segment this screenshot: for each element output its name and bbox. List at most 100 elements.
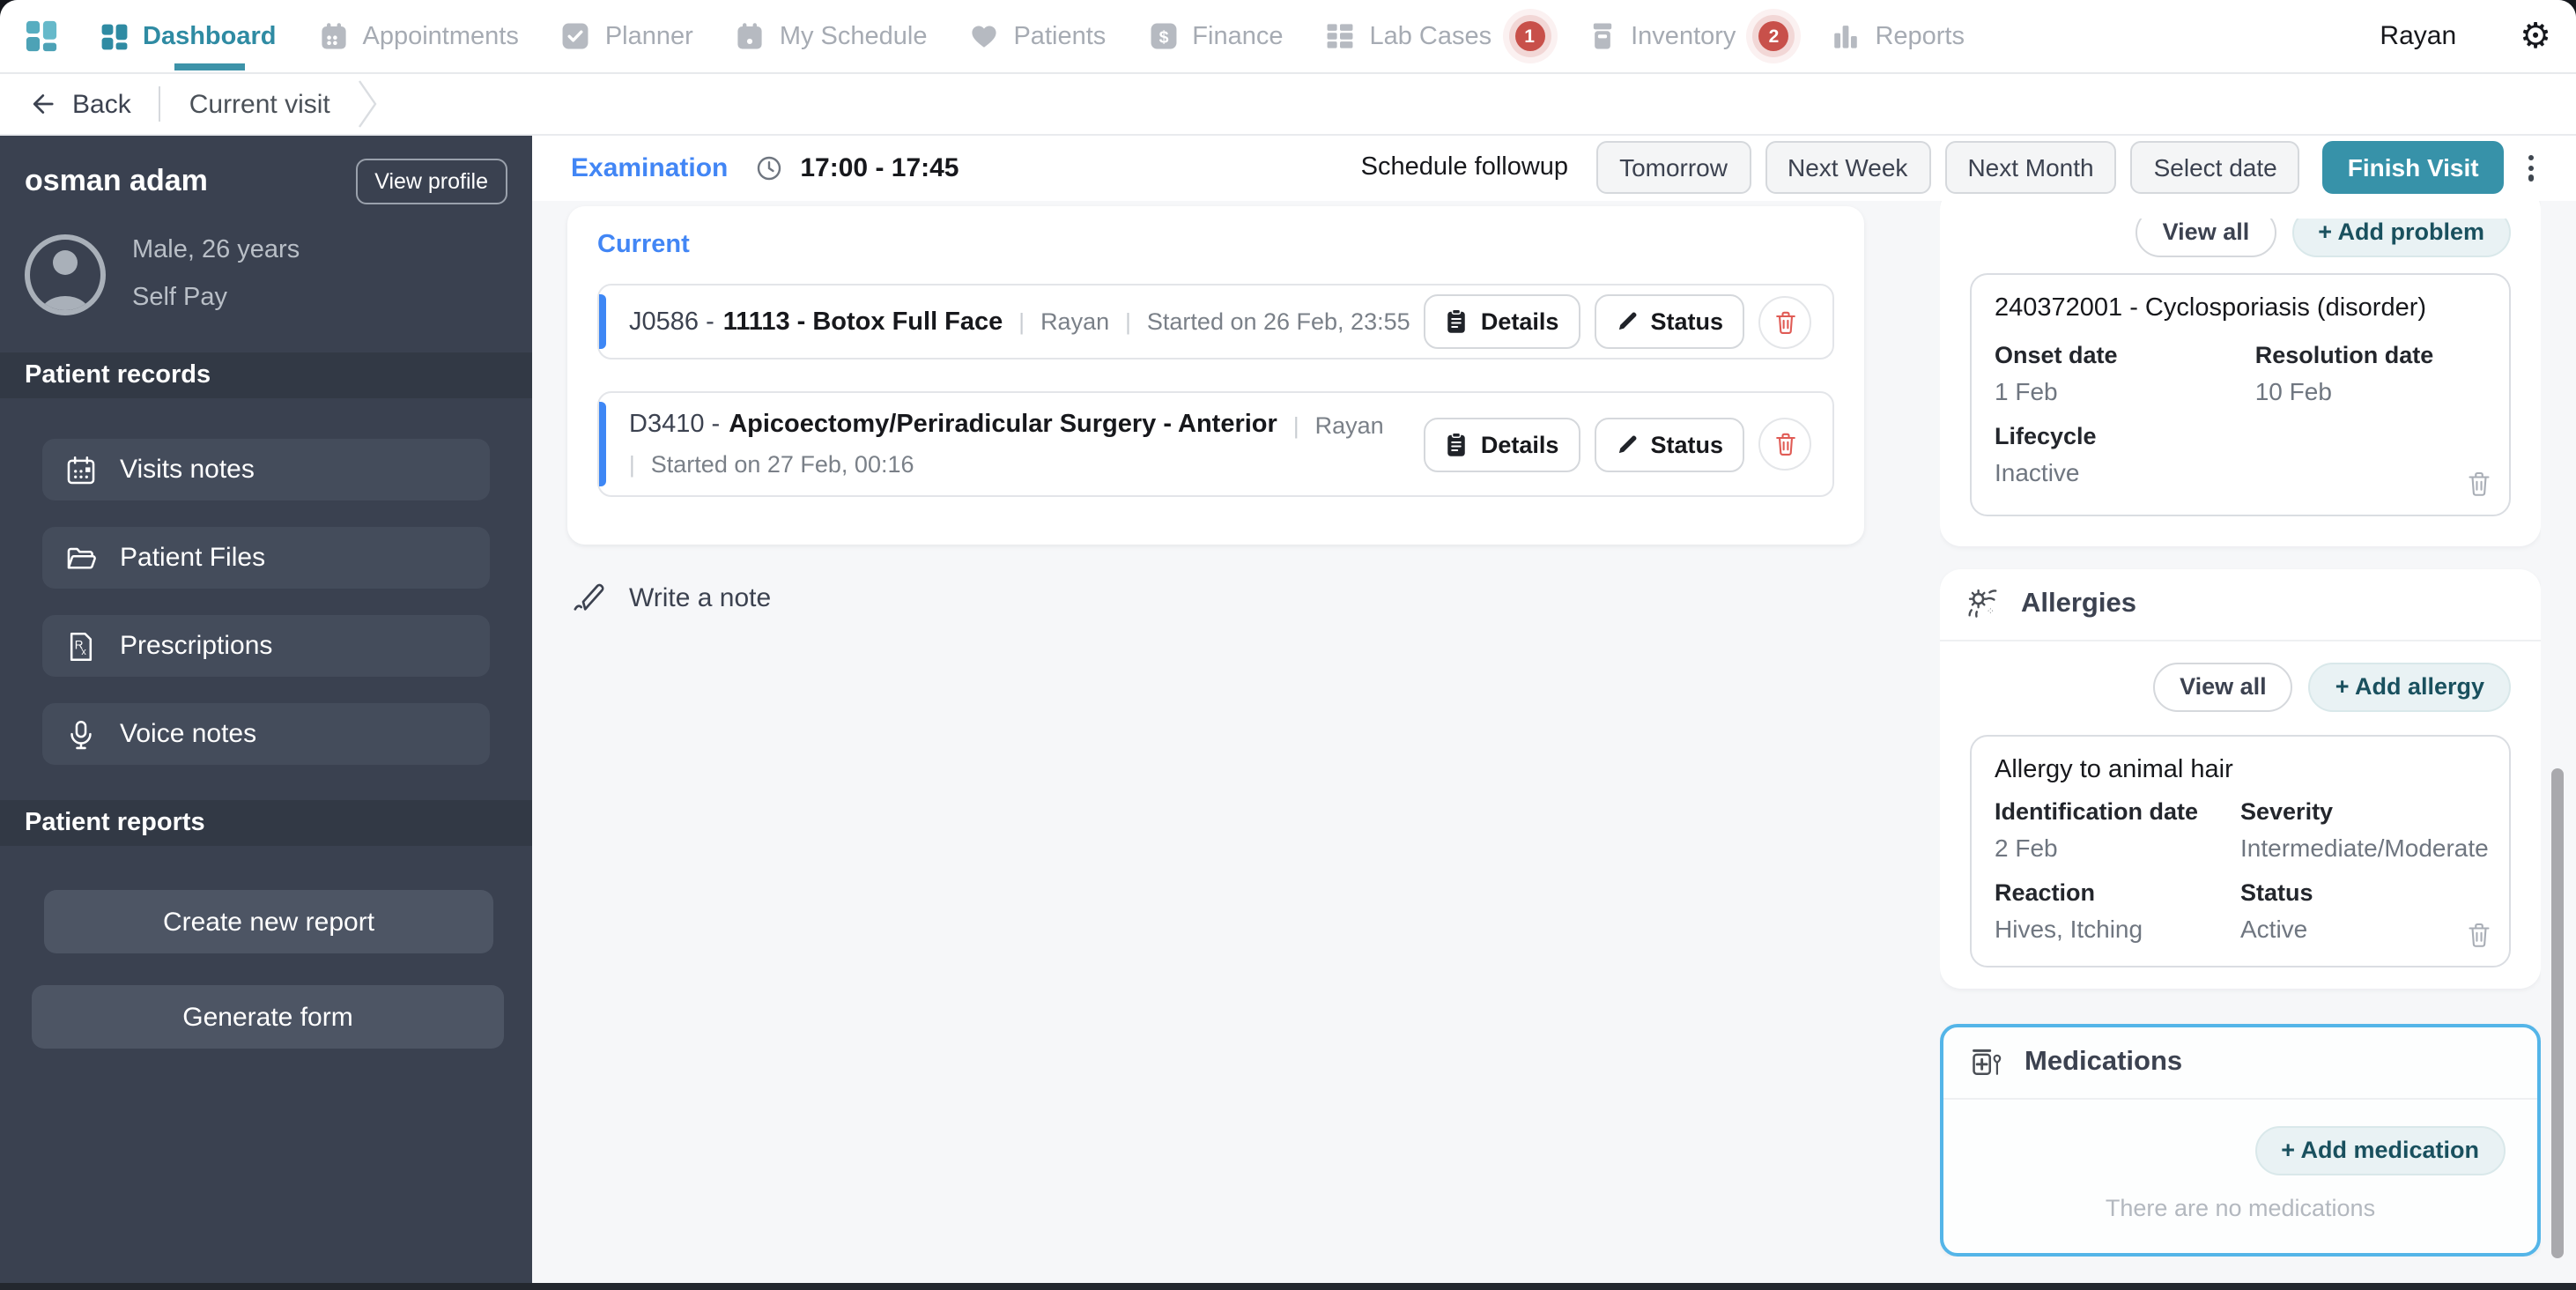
nav-item-patients[interactable]: Patients	[969, 21, 1106, 51]
settings-gear-icon[interactable]: ⚙	[2520, 19, 2551, 54]
sidebar-item-voice-notes[interactable]: Voice notes	[42, 703, 490, 765]
procedure-card: J0586 - 11113 - Botox Full Face | Rayan …	[597, 284, 1834, 360]
lab-cases-badge: 1	[1514, 21, 1545, 51]
nav-item-dashboard[interactable]: Dashboard	[100, 22, 277, 50]
nav-item-appointments[interactable]: Appointments	[319, 21, 519, 51]
lifecycle-label: Lifecycle	[1995, 422, 2097, 449]
procedure-delete-button[interactable]	[1758, 295, 1811, 348]
add-medication-button[interactable]: + Add medication	[2254, 1125, 2506, 1175]
details-label: Details	[1480, 308, 1559, 335]
allergy-delete-button[interactable]	[2467, 921, 2491, 947]
visit-header: Examination 17:00 - 17:45 Schedule follo…	[532, 136, 2576, 200]
create-new-report-button[interactable]: Create new report	[44, 890, 493, 953]
status-label: Status	[1650, 431, 1723, 457]
nav-label: Inventory	[1631, 22, 1736, 50]
clipboard-icon	[1446, 308, 1469, 335]
back-label: Back	[72, 89, 131, 119]
followup-next-month-button[interactable]: Next Month	[1944, 141, 2117, 195]
procedure-provider: Rayan	[1314, 411, 1384, 438]
problem-title: 240372001 - Cyclosporiasis (disorder)	[1995, 293, 2427, 322]
procedure-provider: Rayan	[1040, 308, 1110, 335]
problem-card: 240372001 - Cyclosporiasis (disorder) On…	[1970, 272, 2511, 515]
write-note-input[interactable]: Write a note	[573, 582, 771, 615]
nav-label: Lab Cases	[1369, 22, 1492, 50]
resolution-date-label: Resolution date	[2254, 341, 2434, 367]
procedure-delete-button[interactable]	[1758, 418, 1811, 471]
followup-select-date-button[interactable]: Select date	[2130, 141, 2300, 195]
nav-item-reports[interactable]: Reports	[1831, 21, 1965, 51]
app-window: Dashboard Appointments Planner My Schedu…	[0, 0, 2576, 1290]
sidebar-item-patient-files[interactable]: Patient Files	[42, 527, 490, 589]
trash-icon	[2467, 470, 2491, 496]
separator: |	[1125, 308, 1131, 335]
procedure-details-button[interactable]: Details	[1424, 294, 1580, 349]
check-square-icon	[561, 21, 591, 51]
procedure-status-button[interactable]: Status	[1594, 294, 1744, 349]
generate-form-button[interactable]: Generate form	[32, 985, 504, 1049]
microphone-icon	[65, 718, 97, 750]
patient-summary-column: View all + Add problem 240372001 - Cyclo…	[1940, 200, 2541, 1256]
nav-item-finance[interactable]: $ Finance	[1148, 21, 1283, 51]
patient-reports-actions: Create new report Generate form	[0, 846, 532, 1049]
patient-records-menu: Visits notes Patient Files Rx Prescripti…	[0, 398, 532, 765]
identification-date-value: 2 Feb	[1995, 833, 2058, 861]
patient-sidebar: osman adam View profile Male, 26 years S…	[0, 136, 532, 1283]
nav-item-inventory[interactable]: Inventory 2	[1587, 21, 1789, 51]
calendar-icon	[65, 454, 97, 486]
problem-delete-button[interactable]	[2467, 470, 2491, 496]
onset-date-value: 1 Feb	[1995, 376, 2058, 404]
pencil-icon	[1615, 310, 1638, 333]
severity-value: Intermediate/Moderate	[2240, 833, 2489, 861]
inventory-icon	[1587, 21, 1617, 51]
breadcrumb-divider	[159, 86, 161, 122]
nav-item-planner[interactable]: Planner	[561, 21, 693, 51]
finish-visit-button[interactable]: Finish Visit	[2322, 141, 2504, 195]
breadcrumb-current[interactable]: Current visit	[189, 89, 330, 119]
breadcrumb: Back Current visit	[0, 74, 2576, 136]
sidebar-item-label: Prescriptions	[120, 631, 273, 661]
allergies-view-all-button[interactable]: View all	[2153, 662, 2293, 711]
medication-bottle-icon	[1970, 1044, 2005, 1079]
lifecycle-value: Inactive	[1995, 457, 2080, 486]
patient-payment-type: Self Pay	[132, 283, 227, 312]
allergy-title: Allergy to animal hair	[1995, 755, 2233, 783]
procedure-name: Apicoectomy/Periradicular Surgery - Ante…	[729, 411, 1277, 439]
procedure-card: D3410 - Apicoectomy/Periradicular Surger…	[597, 391, 1834, 497]
more-options-kebab-icon[interactable]	[2518, 148, 2544, 188]
status-label: Status	[1650, 308, 1723, 335]
pen-icon	[573, 582, 606, 615]
followup-next-week-button[interactable]: Next Week	[1765, 141, 1931, 195]
reaction-value: Hives, Itching	[1995, 914, 2143, 942]
procedure-details-button[interactable]: Details	[1424, 417, 1580, 471]
separator: |	[1018, 308, 1025, 335]
nav-item-lab-cases[interactable]: Lab Cases 1	[1325, 21, 1545, 51]
patient-avatar	[25, 234, 106, 315]
view-profile-button[interactable]: View profile	[355, 159, 507, 204]
separator: |	[629, 451, 635, 478]
add-allergy-button[interactable]: + Add allergy	[2308, 662, 2511, 711]
sidebar-item-label: Visits notes	[120, 455, 255, 485]
procedure-started: Started on 26 Feb, 23:55	[1146, 308, 1410, 335]
procedure-code: D3410 -	[629, 411, 721, 439]
rx-document-icon: Rx	[65, 630, 97, 662]
folder-open-icon	[65, 542, 97, 574]
svg-text:x: x	[81, 646, 86, 656]
patient-name: osman adam	[25, 164, 208, 197]
nav-label: Patients	[1013, 22, 1107, 50]
sidebar-item-label: Patient Files	[120, 543, 266, 573]
nav-item-my-schedule[interactable]: My Schedule	[736, 21, 927, 51]
status-label: Status	[2240, 879, 2313, 905]
followup-tomorrow-button[interactable]: Tomorrow	[1596, 141, 1751, 195]
schedule-followup-label: Schedule followup	[1360, 153, 1569, 182]
sidebar-item-visits-notes[interactable]: Visits notes	[42, 439, 490, 500]
calendar-icon	[319, 21, 349, 51]
procedure-status-button[interactable]: Status	[1594, 417, 1744, 471]
dollar-icon: $	[1148, 21, 1178, 51]
trash-icon	[1773, 309, 1796, 334]
back-button[interactable]: Back	[28, 89, 131, 119]
allergies-panel: Allergies View all + Add allergy Allergy…	[1940, 568, 2541, 988]
sidebar-item-prescriptions[interactable]: Rx Prescriptions	[42, 615, 490, 677]
allergen-icon	[1966, 586, 2002, 621]
bar-chart-icon	[1831, 21, 1861, 51]
vertical-scrollbar[interactable]	[2551, 768, 2564, 1258]
